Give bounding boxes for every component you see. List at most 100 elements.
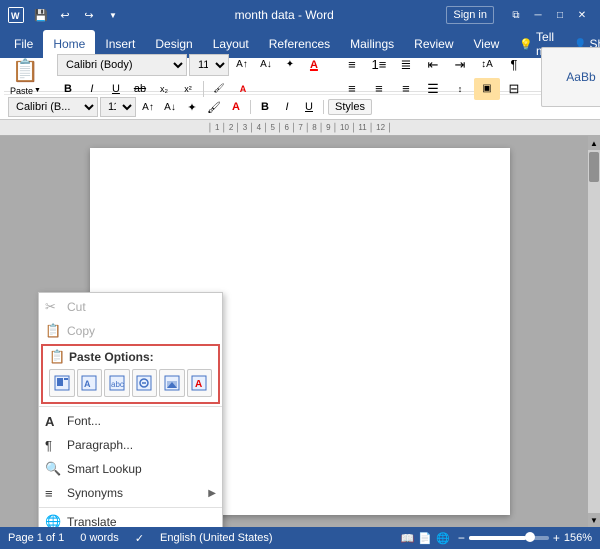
font-icon: A [45, 414, 54, 429]
synonyms-menu-item[interactable]: ≡ Synonyms ▶ [39, 481, 222, 505]
align-center-button[interactable]: ≡ [366, 78, 392, 100]
font-family-select[interactable]: Calibri (Body) [57, 54, 187, 76]
ctx-separator-2 [39, 507, 222, 508]
title-bar-title: month data - Word [122, 8, 446, 22]
sign-in-button[interactable]: Sign in [446, 6, 494, 24]
zoom-out-button[interactable]: − [458, 531, 465, 545]
paste-keep-source-btn[interactable] [49, 369, 75, 397]
align-right-button[interactable]: ≡ [393, 78, 419, 100]
read-view-icon[interactable]: 📖 [401, 532, 415, 545]
paste-keep-text-btn[interactable]: abc [104, 369, 130, 397]
scroll-thumb[interactable] [589, 152, 599, 182]
smart-lookup-menu-item[interactable]: 🔍 Smart Lookup [39, 457, 222, 481]
zoom-controls: − + 156% [458, 531, 592, 545]
save-icon[interactable]: 💾 [32, 6, 50, 24]
numbering-button[interactable]: 1≡ [366, 54, 392, 76]
mini-grow-button[interactable]: A↑ [138, 97, 158, 117]
shading-button[interactable]: ▣ [474, 78, 500, 100]
show-marks-button[interactable]: ¶ [501, 54, 527, 76]
scroll-up-button[interactable]: ▲ [588, 136, 600, 150]
paragraph-icon: ¶ [45, 438, 52, 453]
paragraph-menu-item[interactable]: ¶ Paragraph... [39, 433, 222, 457]
title-bar: W 💾 ↩ ↪ ▼ month data - Word Sign in ⧉ ─ … [0, 0, 600, 30]
mini-font-select[interactable]: Calibri (B... [8, 97, 98, 117]
decrease-font-button[interactable]: A↓ [255, 54, 277, 76]
translate-menu-item[interactable]: 🌐 Translate [39, 510, 222, 527]
copy-icon: 📋 [45, 323, 61, 339]
paste-text-only-btn[interactable]: A [187, 369, 213, 397]
translate-icon: 🌐 [45, 514, 61, 527]
mini-highlight-btn[interactable]: 🖌 [204, 97, 224, 117]
restore-button[interactable]: ⧉ [506, 5, 526, 25]
font-size-select[interactable]: 11 [189, 54, 229, 76]
undo-icon[interactable]: ↩ [56, 6, 74, 24]
align-left-button[interactable]: ≡ [339, 78, 365, 100]
svg-text:abc: abc [111, 380, 124, 389]
mini-format-btn[interactable]: ✦ [182, 97, 202, 117]
format-clear-button[interactable]: ✦ [279, 54, 301, 76]
zoom-fill [469, 536, 527, 540]
vertical-scrollbar[interactable]: ▲ ▼ [588, 136, 600, 527]
paste-options-label: 📋 Paste Options: [43, 346, 218, 366]
context-menu: ✂ Cut 📋 Copy 📋 Paste Options: [38, 292, 223, 527]
ruler: │ 1 │ 2 │ 3 │ 4 │ 5 │ 6 │ 7 │ 8 │ 9 │ 10… [0, 120, 600, 136]
sort-button[interactable]: ↕A [474, 54, 500, 76]
app-icon: W [8, 7, 24, 23]
mini-styles-btn[interactable]: Styles [328, 99, 372, 115]
bullets-button[interactable]: ≡ [339, 54, 365, 76]
svg-text:W: W [11, 11, 20, 21]
ribbon: 📋 Paste ▼ Calibri (Body) 11 A↑ A↓ ✦ A B … [0, 58, 600, 120]
styles-gallery[interactable]: AaBb [541, 47, 600, 107]
ctx-separator-1 [39, 406, 222, 407]
language: English (United States) [160, 532, 273, 544]
spell-check-icon[interactable]: ✓ [135, 532, 144, 545]
mini-italic-button[interactable]: I [277, 97, 297, 117]
mini-shrink-button[interactable]: A↓ [160, 97, 180, 117]
mini-bold-button[interactable]: B [255, 97, 275, 117]
paste-options-icon: 📋 [49, 349, 65, 365]
paste-icons-row: A abc A [43, 366, 218, 402]
svg-text:A: A [195, 379, 202, 390]
paste-link-source-btn[interactable] [132, 369, 158, 397]
line-spacing-button[interactable]: ↕ [447, 78, 473, 100]
paste-merge-format-btn[interactable]: A [77, 369, 103, 397]
svg-text:A: A [84, 379, 91, 389]
justify-button[interactable]: ☰ [420, 78, 446, 100]
multilevel-button[interactable]: ≣ [393, 54, 419, 76]
scroll-down-button[interactable]: ▼ [588, 513, 600, 527]
web-view-icon[interactable]: 🌐 [436, 532, 450, 545]
close-button[interactable]: ✕ [572, 5, 592, 25]
zoom-in-button[interactable]: + [553, 531, 560, 545]
status-bar: Page 1 of 1 0 words ✓ English (United St… [0, 527, 600, 549]
customize-icon[interactable]: ▼ [104, 6, 122, 24]
mini-underline-button[interactable]: U [299, 97, 319, 117]
copy-menu-item[interactable]: 📋 Copy [39, 319, 222, 343]
increase-indent-button[interactable]: ⇥ [447, 54, 473, 76]
decrease-indent-button[interactable]: ⇤ [420, 54, 446, 76]
paste-options-section: 📋 Paste Options: A abc [41, 344, 220, 404]
font-menu-item[interactable]: A Font... [39, 409, 222, 433]
maximize-button[interactable]: □ [550, 5, 570, 25]
mini-color-btn[interactable]: A [226, 97, 246, 117]
paste-icon: 📋 [12, 58, 39, 84]
text-color-btn[interactable]: A [303, 54, 325, 76]
borders-button[interactable]: ⊟ [501, 78, 527, 100]
redo-icon[interactable]: ↪ [80, 6, 98, 24]
synonyms-arrow: ▶ [208, 488, 216, 499]
cut-menu-item[interactable]: ✂ Cut [39, 295, 222, 319]
zoom-percent: 156% [564, 532, 592, 544]
smart-lookup-icon: 🔍 [45, 461, 61, 477]
word-count: 0 words [80, 532, 119, 544]
minimize-button[interactable]: ─ [528, 5, 548, 25]
zoom-thumb[interactable] [525, 532, 535, 542]
print-view-icon[interactable]: 📄 [418, 532, 432, 545]
zoom-slider[interactable] [469, 536, 549, 540]
layout-view-icons: 📖 📄 🌐 [401, 532, 450, 545]
mini-size-select[interactable]: 11 [100, 97, 136, 117]
app-window: W 💾 ↩ ↪ ▼ month data - Word Sign in ⧉ ─ … [0, 0, 600, 549]
synonyms-icon: ≡ [45, 486, 53, 501]
increase-font-button[interactable]: A↑ [231, 54, 253, 76]
paste-button[interactable]: 📋 Paste ▼ [8, 51, 43, 103]
cut-icon: ✂ [45, 299, 56, 315]
paste-picture-btn[interactable] [159, 369, 185, 397]
